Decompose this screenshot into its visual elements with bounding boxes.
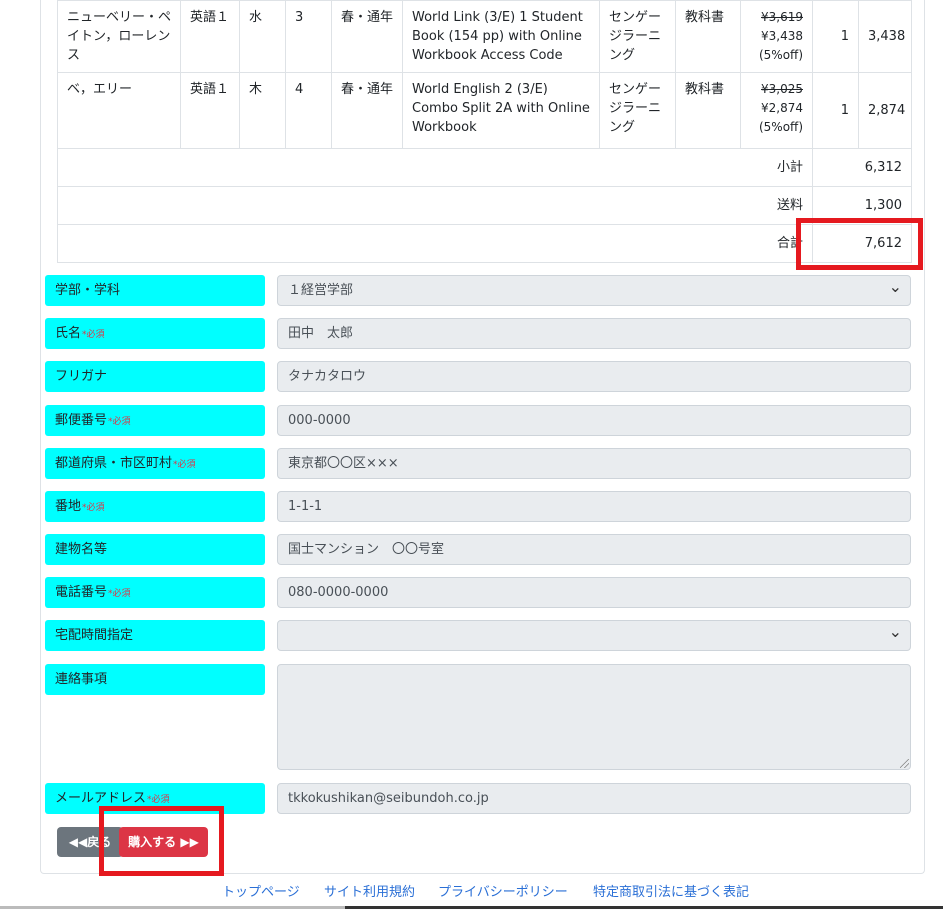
phone-input[interactable]: 080-0000-0000 xyxy=(277,577,911,608)
subtotal-row: 小計 6,312 xyxy=(57,148,912,187)
footer-link-top[interactable]: トップページ xyxy=(222,881,300,900)
weekday: 木 xyxy=(239,72,286,149)
footer-link-privacy[interactable]: プライバシーポリシー xyxy=(438,881,568,900)
required-mark: *必須 xyxy=(108,417,131,427)
book-title: World Link (3/E) 1 Student Book (154 pp)… xyxy=(402,0,600,73)
total-label: 合計 xyxy=(57,224,813,263)
delivery-time-select[interactable] xyxy=(277,617,911,651)
name-row: 氏名*必須 田中 太郎 xyxy=(45,318,911,349)
footer-link-commerce[interactable]: 特定商取引法に基づく表記 xyxy=(593,881,749,900)
phone-row: 電話番号*必須 080-0000-0000 xyxy=(45,577,911,608)
city-row: 都道府県・市区町村*必須 東京都〇〇区××× xyxy=(45,448,911,479)
shipping-label: 送料 xyxy=(57,186,813,225)
discount: (5%off) xyxy=(758,48,803,62)
street-label: 番地*必須 xyxy=(45,491,265,522)
kana-row: フリガナ タナカタロウ xyxy=(45,361,911,392)
faculty-select[interactable]: １経営学部 xyxy=(277,272,911,306)
building-label: 建物名等 xyxy=(45,534,265,565)
period: 3 xyxy=(285,0,332,73)
kana-label: フリガナ xyxy=(45,361,265,392)
delivery-time-label: 宅配時間指定 xyxy=(45,620,265,651)
kana-input[interactable]: タナカタロウ xyxy=(277,361,911,392)
required-mark: *必須 xyxy=(147,795,170,805)
period: 4 xyxy=(285,72,332,149)
footer-link-terms[interactable]: サイト利用規約 xyxy=(324,881,415,900)
category: 教科書 xyxy=(675,0,741,73)
purchase-highlight-box xyxy=(99,806,224,876)
name-label: 氏名*必須 xyxy=(45,318,265,349)
order-table: ニューベリー・ペイトン，ローレンス 英語１ 水 3 春・通年 World Lin… xyxy=(57,0,912,263)
list-price: ¥3,025 xyxy=(761,82,803,96)
book-title: World English 2 (3/E) Combo Split 2A wit… xyxy=(402,72,600,149)
faculty-label: 学部・学科 xyxy=(45,275,265,306)
term: 春・通年 xyxy=(331,0,403,73)
price-cell: ¥3,619 ¥3,438 (5%off) xyxy=(740,0,813,73)
publisher: センゲージラーニング xyxy=(599,72,676,149)
price-cell: ¥3,025 ¥2,874 (5%off) xyxy=(740,72,813,149)
city-label: 都道府県・市区町村*必須 xyxy=(45,448,265,479)
weekday: 水 xyxy=(239,0,286,73)
phone-label: 電話番号*必須 xyxy=(45,577,265,608)
notes-label: 連絡事項 xyxy=(45,664,265,695)
street-input[interactable]: 1-1-1 xyxy=(277,491,911,522)
zip-label: 郵便番号*必須 xyxy=(45,405,265,436)
faculty-row: 学部・学科 １経営学部 xyxy=(45,272,911,306)
subtotal-value: 6,312 xyxy=(812,148,912,187)
subject: 英語１ xyxy=(180,72,240,149)
total-row: 合計 7,612 xyxy=(57,224,912,263)
building-row: 建物名等 国士マンション 〇〇号室 xyxy=(45,534,911,565)
category: 教科書 xyxy=(675,72,741,149)
order-table-wrap: ニューベリー・ペイトン，ローレンス 英語１ 水 3 春・通年 World Lin… xyxy=(57,0,912,263)
shipping-row: 送料 1,300 xyxy=(57,186,912,225)
email-input[interactable]: tkkokushikan@seibundoh.co.jp xyxy=(277,783,911,814)
building-input[interactable]: 国士マンション 〇〇号室 xyxy=(277,534,911,565)
city-input[interactable]: 東京都〇〇区××× xyxy=(277,448,911,479)
teacher-name: ベ，エリー xyxy=(57,72,181,149)
table-row: ベ，エリー 英語１ 木 4 春・通年 World English 2 (3/E)… xyxy=(57,72,912,149)
publisher: センゲージラーニング xyxy=(599,0,676,73)
street-row: 番地*必須 1-1-1 xyxy=(45,491,911,522)
amount: 3,438 xyxy=(858,0,912,73)
teacher-name: ニューベリー・ペイトン，ローレンス xyxy=(57,0,181,73)
subtotal-label: 小計 xyxy=(57,148,813,187)
name-input[interactable]: 田中 太郎 xyxy=(277,318,911,349)
required-mark: *必須 xyxy=(82,330,105,340)
amount: 2,874 xyxy=(858,72,912,149)
list-price: ¥3,619 xyxy=(761,10,803,24)
rewind-icon: ◀◀ xyxy=(68,835,88,849)
notes-row: 連絡事項 xyxy=(45,664,911,770)
total-highlight-box xyxy=(796,218,923,270)
discount: (5%off) xyxy=(758,120,803,134)
resize-handle-icon[interactable] xyxy=(900,759,909,768)
quantity: 1 xyxy=(812,72,859,149)
delivery-time-row: 宅配時間指定 xyxy=(45,617,911,651)
table-row: ニューベリー・ペイトン，ローレンス 英語１ 水 3 春・通年 World Lin… xyxy=(57,0,912,73)
required-mark: *必須 xyxy=(82,503,105,513)
sale-price: ¥2,874 xyxy=(761,101,803,115)
sale-price: ¥3,438 xyxy=(761,29,803,43)
required-mark: *必須 xyxy=(173,460,196,470)
subject: 英語１ xyxy=(180,0,240,73)
quantity: 1 xyxy=(812,0,859,73)
zip-row: 郵便番号*必須 000-0000 xyxy=(45,405,911,436)
term: 春・通年 xyxy=(331,72,403,149)
required-mark: *必須 xyxy=(108,589,131,599)
zip-input[interactable]: 000-0000 xyxy=(277,405,911,436)
notes-textarea[interactable] xyxy=(277,664,911,770)
